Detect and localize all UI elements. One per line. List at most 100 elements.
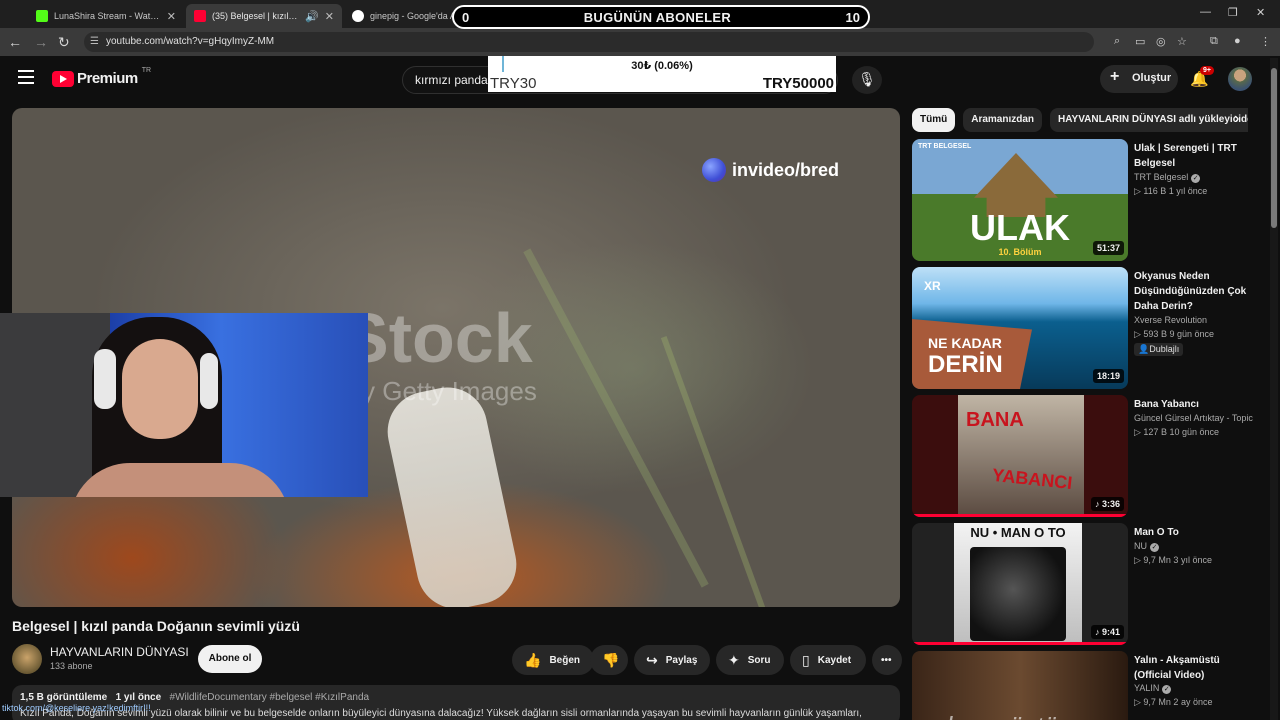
share-button[interactable]: ↪ Paylaş (634, 645, 710, 675)
plus-icon: + (1110, 68, 1120, 85)
minimize-icon[interactable]: — (1200, 6, 1211, 18)
youtube-icon (194, 10, 206, 22)
page-scrollbar[interactable] (1270, 58, 1278, 720)
recommendation-channel[interactable]: TRT Belgesel ✓ (1134, 172, 1201, 183)
google-icon (352, 10, 364, 22)
filter-chips: Tümü Aramanızdan HAYVANLARIN DÜNYASI adl… (912, 108, 1248, 132)
invideo-watermark: invideo/bred (702, 158, 839, 182)
more-dots-icon: ••• (881, 654, 892, 666)
more-actions-button[interactable]: ••• (872, 645, 902, 675)
dubbed-badge: 👤Dublajlı (1134, 343, 1184, 356)
recommendation-item[interactable]: XR NE KADAR DERİN 18:19 Okyanus Neden Dü… (912, 267, 1258, 389)
chip-all[interactable]: Tümü (912, 108, 956, 132)
notifications-bell-icon[interactable]: 🔔 9+ (1190, 66, 1214, 88)
profile-icon[interactable]: ● (1234, 35, 1241, 47)
verified-icon: ✓ (1150, 543, 1159, 552)
chevron-right-icon[interactable]: › (1234, 110, 1239, 128)
panda-tail (380, 380, 524, 607)
window-close-icon[interactable]: ✕ (1256, 6, 1265, 19)
recommendation-item[interactable]: BANA YABANCI ♪ 3:36 Bana Yabancı Güncel … (912, 395, 1258, 517)
subscriber-goal-overlay: 0 BUGÜNÜN ABONELER 10 (452, 5, 870, 29)
forward-icon[interactable]: → (34, 34, 48, 50)
headphones (94, 349, 116, 409)
duration-badge: 51:37 (1092, 241, 1124, 255)
browser-toolbar: ← → ↻ ☰ youtube.com/watch?v=gHqyImyZ-MM … (0, 28, 1280, 56)
voice-search-icon[interactable]: 🎙 (852, 66, 882, 94)
upload-age: 1 yıl önce (115, 692, 162, 703)
duration-badge: 18:19 (1092, 369, 1124, 383)
reload-icon[interactable]: ↻ (58, 34, 70, 51)
invideo-logo-icon (702, 158, 726, 182)
account-avatar[interactable] (1228, 67, 1252, 91)
stock-watermark: Stock (342, 299, 533, 377)
watch-progress-bar (912, 642, 1128, 645)
restore-icon[interactable]: ❐ (1228, 6, 1238, 19)
video-title: Belgesel | kızıl panda Doğanın sevimli y… (12, 618, 300, 634)
duration-badge: ♪ 9:41 (1090, 625, 1124, 639)
hamburger-menu-icon[interactable] (18, 70, 34, 84)
youtube-play-icon (52, 70, 74, 87)
menu-dots-icon[interactable]: ⋮ (1260, 35, 1271, 48)
view-count: 1,5 B görüntüleme (20, 692, 108, 703)
duration-badge: ♪ 3:36 (1090, 497, 1124, 511)
recommendation-channel[interactable]: NU ✓ (1134, 541, 1159, 552)
thumbnail[interactable]: XR NE KADAR DERİN 18:19 (912, 267, 1128, 389)
extensions-icon[interactable]: ⧉ (1210, 35, 1218, 48)
save-button[interactable]: ▯ Kaydet (790, 645, 866, 675)
create-button[interactable]: + Oluştur (1100, 65, 1178, 93)
speaker-icon[interactable]: 🔊 (305, 10, 319, 23)
recommendation-item[interactable]: TRT BELGESEL ULAK 10. Bölüm 51:37 Ulak |… (912, 139, 1258, 261)
cast-icon[interactable]: ▭ (1135, 35, 1145, 48)
thumbnail[interactable]: TRT BELGESEL ULAK 10. Bölüm 51:37 (912, 139, 1128, 261)
close-icon[interactable]: ✕ (167, 10, 176, 23)
recommendation-stats: ▷ 593 B 9 gün önce (1134, 329, 1214, 339)
zoom-icon[interactable]: ⌕ (1114, 35, 1120, 48)
recommendation-stats: ▷ 9,7 Mn 2 ay önce (1134, 697, 1213, 707)
chip-from-search[interactable]: Aramanızdan (963, 108, 1043, 132)
thumbnail[interactable]: BANA YABANCI ♪ 3:36 (912, 395, 1128, 517)
recommendation-stats: ▷ 116 B 1 yıl önce (1134, 186, 1208, 196)
notification-count-badge: 9+ (1200, 66, 1214, 75)
address-bar[interactable]: ☰ youtube.com/watch?v=gHqyImyZ-MM (84, 32, 1094, 52)
channel-avatar[interactable] (12, 644, 42, 674)
channel-name[interactable]: HAYVANLARIN DÜNYASI (50, 645, 189, 659)
back-icon[interactable]: ← (8, 34, 22, 50)
subscribe-button[interactable]: Abone ol (198, 645, 262, 673)
recommendation-stats: ▷ 127 B 10 gün önce (1134, 427, 1219, 437)
getty-watermark: y Getty Images (362, 376, 537, 406)
streamer-webcam (0, 313, 368, 497)
dislike-button[interactable]: 👎 (590, 645, 628, 675)
youtube-premium-logo[interactable]: Premium TR (52, 67, 151, 87)
thumbnail[interactable]: NU • MAN O TO ♪ 9:41 (912, 523, 1128, 645)
recommendation-title[interactable]: Yalın - Akşamüstü (Official Video) (1134, 653, 1252, 683)
share-icon: ↪ (646, 651, 658, 668)
recommendation-title[interactable]: Ulak | Serengeti | TRT Belgesel (1134, 141, 1252, 171)
site-info-icon[interactable]: ☰ (90, 36, 99, 47)
recommendation-title[interactable]: Bana Yabancı (1134, 397, 1252, 412)
recommendation-stats: ▷ 9,7 Mn 3 yıl önce (1134, 555, 1212, 565)
hashtags[interactable]: #WildlifeDocumentary #belgesel #KızılPan… (170, 692, 370, 703)
eye-off-icon[interactable]: ◎ (1156, 35, 1166, 48)
recommendation-item[interactable]: NU • MAN O TO ♪ 9:41 Man O To NU ✓ ▷ 9,7 … (912, 523, 1258, 645)
close-icon[interactable]: ✕ (325, 10, 334, 23)
recommendation-channel[interactable]: Xverse Revolution (1134, 315, 1207, 325)
thumbnail[interactable]: akşamüstü (912, 651, 1128, 720)
thumbs-up-icon: 👍 (524, 651, 542, 668)
tab-youtube[interactable]: (35) Belgesel | kızıl panda D 🔊 ✕ (186, 4, 342, 28)
recommendation-channel[interactable]: Güncel Gürsel Artıktay - Topic (1134, 413, 1253, 423)
tab-lunashira[interactable]: LunaShira Stream - Watch Live on ✕ (28, 4, 184, 28)
recommendation-item[interactable]: akşamüstü Yalın - Akşamüstü (Official Vi… (912, 651, 1258, 720)
chip-from-uploader[interactable]: HAYVANLARIN DÜNYASI adlı yükleyiciden (1050, 108, 1248, 132)
donation-goal-overlay: 30₺ (0.06%) TRY30 TRY50000 (488, 56, 836, 92)
recommendation-title[interactable]: Man O To (1134, 525, 1252, 540)
bookmark-star-icon[interactable]: ☆ (1177, 35, 1187, 48)
like-button[interactable]: 👍 Beğen (512, 645, 594, 675)
kick-icon (36, 10, 48, 22)
subscriber-count: 133 abone (50, 661, 93, 671)
thumbs-down-icon: 👎 (602, 651, 620, 668)
verified-icon: ✓ (1191, 174, 1201, 183)
recommendation-channel[interactable]: YALIN ✓ (1134, 683, 1172, 694)
recommendation-title[interactable]: Okyanus Neden Düşündüğünüzden Çok Daha D… (1134, 269, 1252, 314)
bookmark-icon: ▯ (802, 651, 810, 668)
ask-button[interactable]: ✦ Soru (716, 645, 784, 675)
